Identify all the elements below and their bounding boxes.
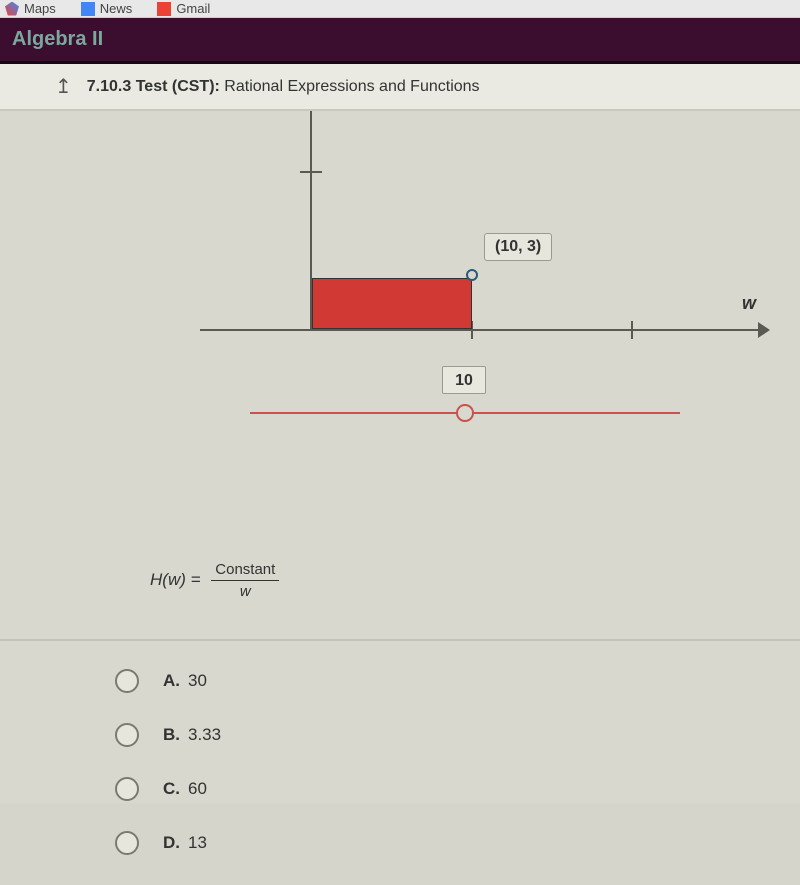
- denominator: w: [211, 581, 279, 600]
- bookmark-maps[interactable]: Maps: [5, 1, 56, 16]
- x-axis-arrow-icon: [758, 322, 770, 338]
- formula-lhs: H(w) =: [150, 570, 201, 589]
- answer-letter: B.: [163, 725, 180, 745]
- bookmark-label: Maps: [24, 1, 56, 16]
- answer-b[interactable]: B. 3.33: [115, 723, 221, 747]
- test-kind: Test (CST):: [136, 78, 220, 95]
- x-tick: [631, 321, 633, 339]
- gmail-icon: [157, 2, 171, 16]
- back-icon[interactable]: ↥: [55, 74, 72, 99]
- x-axis-label: w: [742, 293, 756, 314]
- graph: (10, 3) w 10: [0, 111, 800, 441]
- formula: H(w) = Constant w: [150, 561, 279, 600]
- answer-choices: A. 30 B. 3.33 C. 60 D. 13: [115, 669, 221, 885]
- test-label: 7.10.3 Test (CST): Rational Expressions …: [87, 78, 480, 96]
- radio-a[interactable]: [115, 669, 139, 693]
- slider-thumb[interactable]: [456, 404, 474, 422]
- slider-value: 10: [442, 366, 486, 394]
- radio-d[interactable]: [115, 831, 139, 855]
- bookmark-news[interactable]: News: [81, 1, 133, 16]
- filled-rectangle: [312, 278, 472, 329]
- numerator: Constant: [211, 561, 279, 581]
- bookmarks-bar: Maps News Gmail: [0, 0, 800, 18]
- answer-letter: D.: [163, 833, 180, 853]
- course-title: Algebra II: [12, 28, 103, 50]
- answer-text: 3.33: [188, 725, 221, 745]
- answer-a[interactable]: A. 30: [115, 669, 221, 693]
- answer-letter: A.: [163, 671, 180, 691]
- y-tick: [300, 171, 322, 173]
- content-area: (10, 3) w 10 H(w) = Constant w A. 30 B. …: [0, 111, 800, 803]
- x-axis: [200, 329, 760, 331]
- bookmark-label: Gmail: [176, 1, 210, 16]
- maps-icon: [5, 2, 19, 16]
- radio-c[interactable]: [115, 777, 139, 801]
- news-icon: [81, 2, 95, 16]
- answer-text: 13: [188, 833, 207, 853]
- course-header: Algebra II: [0, 18, 800, 64]
- answer-text: 30: [188, 671, 207, 691]
- answer-d[interactable]: D. 13: [115, 831, 221, 855]
- answer-c[interactable]: C. 60: [115, 777, 221, 801]
- test-topic: Rational Expressions and Functions: [224, 78, 479, 95]
- answer-letter: C.: [163, 779, 180, 799]
- bookmark-label: News: [100, 1, 133, 16]
- test-bar: ↥ 7.10.3 Test (CST): Rational Expression…: [0, 64, 800, 111]
- bookmark-gmail[interactable]: Gmail: [157, 1, 210, 16]
- answer-text: 60: [188, 779, 207, 799]
- section-divider: [0, 639, 800, 641]
- fraction: Constant w: [211, 561, 279, 600]
- radio-b[interactable]: [115, 723, 139, 747]
- open-point: [466, 269, 478, 281]
- coordinate-label: (10, 3): [484, 233, 552, 261]
- test-number: 7.10.3: [87, 78, 131, 95]
